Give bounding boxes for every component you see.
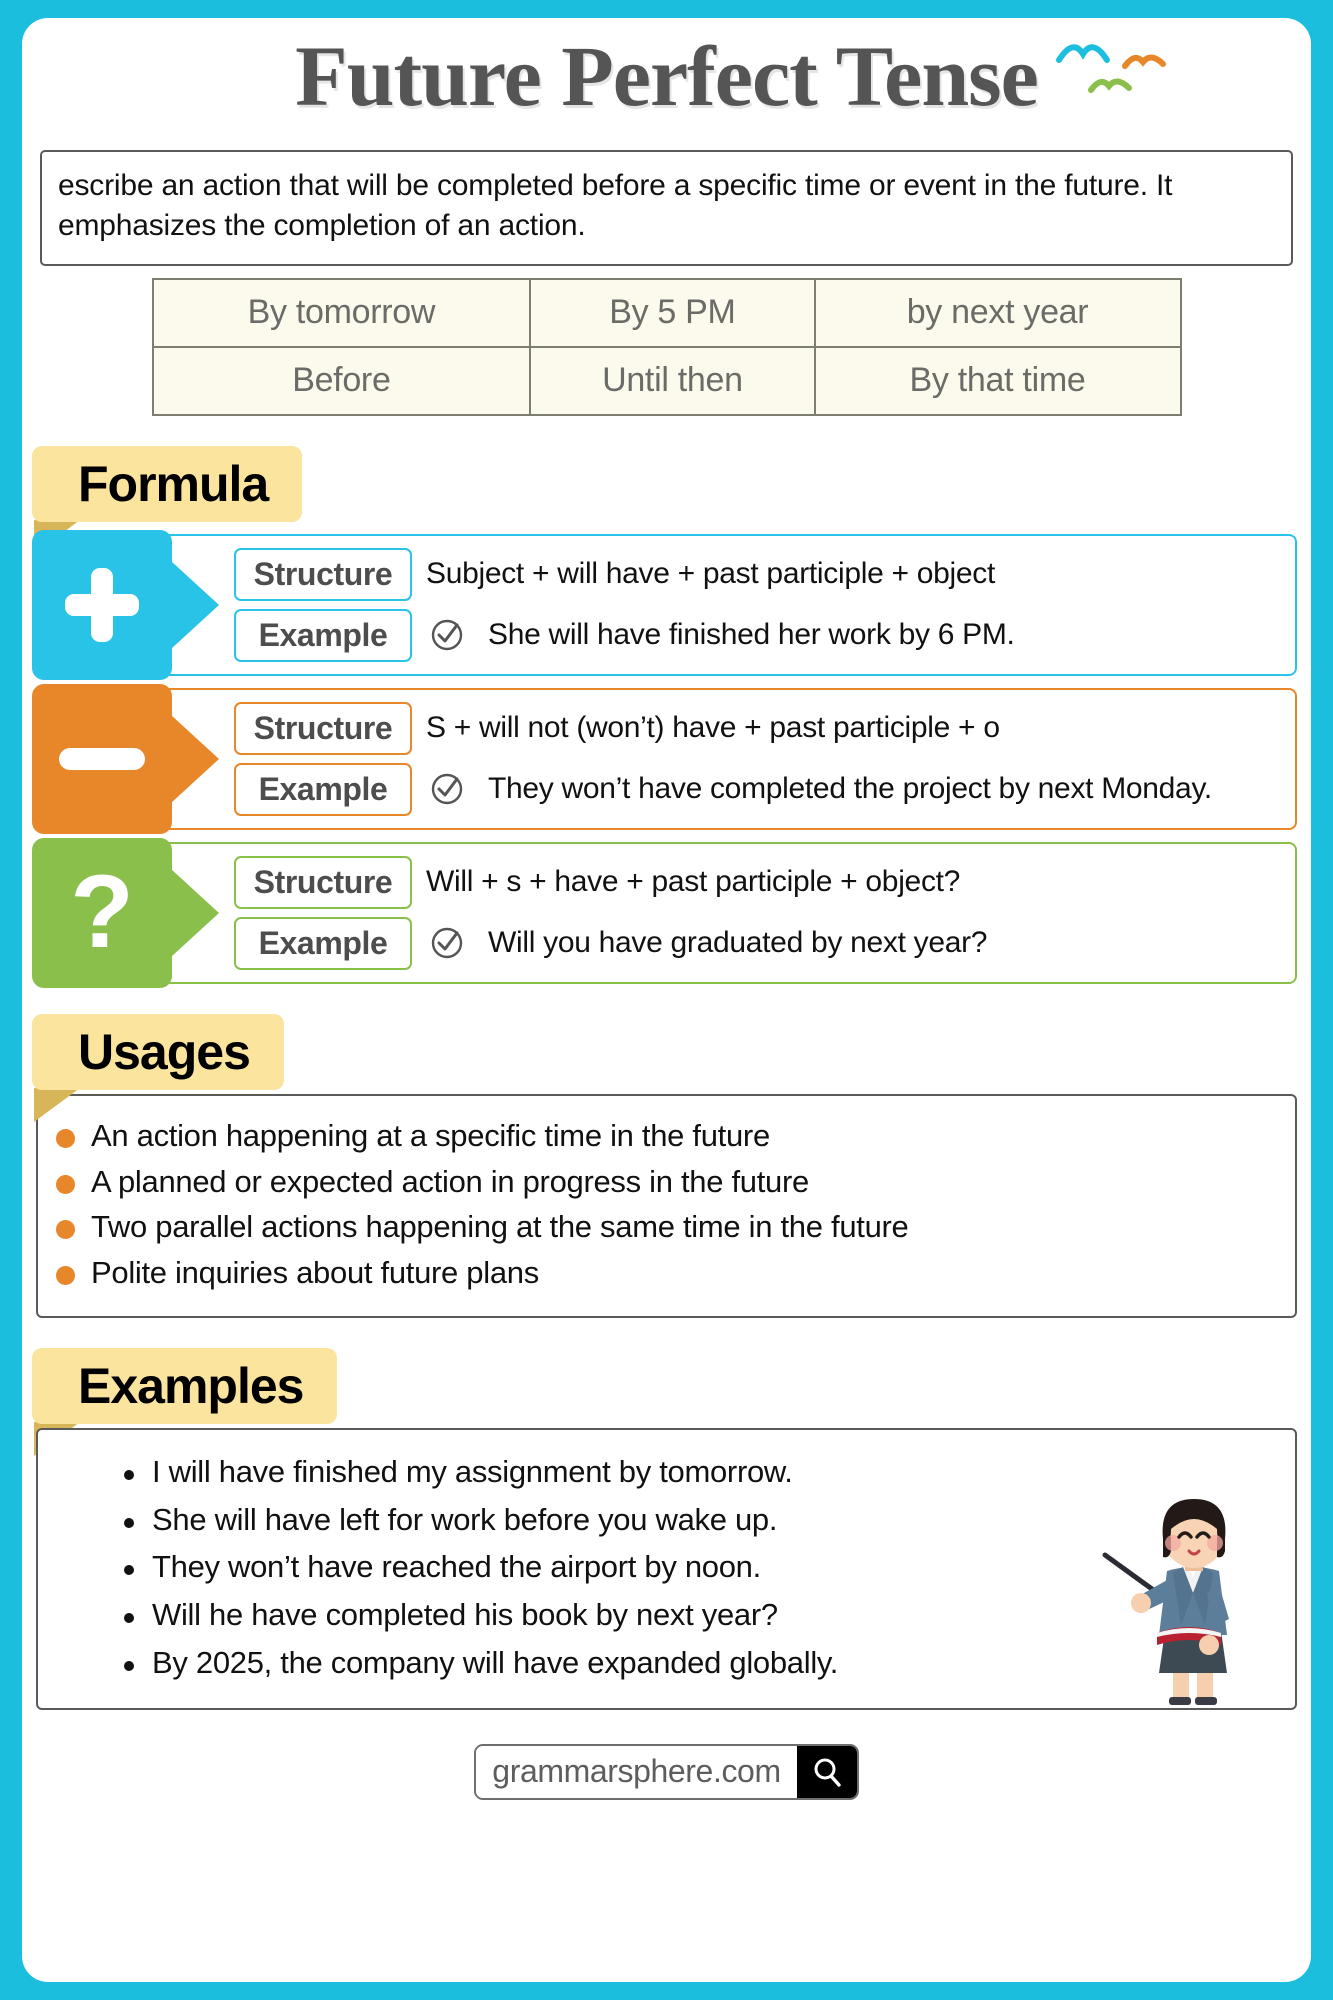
minus-icon xyxy=(59,747,145,770)
example-text: They won’t have completed the project by… xyxy=(488,772,1212,806)
list-item: Will he have completed his book by next … xyxy=(56,1596,1277,1635)
table-cell: By that time xyxy=(813,345,1182,416)
structure-text: Subject + will have + past participle + … xyxy=(426,557,996,591)
example-text: She will have finished her work by 6 PM. xyxy=(488,618,1015,652)
formula-banner-label: Formula xyxy=(32,445,303,522)
example-text: Will you have graduated by next year? xyxy=(488,926,988,960)
table-cell: By 5 PM xyxy=(529,277,816,348)
list-item: She will have left for work before you w… xyxy=(56,1501,1277,1540)
usage-text: Polite inquiries about future plans xyxy=(91,1255,539,1291)
formula-row-question: ? Structure Will + s + have + past parti… xyxy=(32,837,1297,988)
negative-badge xyxy=(32,683,219,834)
check-circle-icon xyxy=(431,774,463,805)
badge-arrow-shape xyxy=(171,714,219,803)
header: Future Perfect Tense xyxy=(22,18,1311,150)
bullet-dot-icon xyxy=(124,1613,134,1624)
check-circle-icon xyxy=(431,928,463,959)
table-cell: Until then xyxy=(529,345,816,416)
structure-text: Will + s + have + past participle + obje… xyxy=(426,865,961,899)
structure-text: S + will not (won’t) have + past partici… xyxy=(426,711,1000,745)
question-mark-icon: ? xyxy=(70,854,134,971)
usage-text: A planned or expected action in progress… xyxy=(91,1163,809,1199)
formula-row-negative: Structure S + will not (won’t) have + pa… xyxy=(32,683,1297,834)
structure-tag: Structure xyxy=(234,701,412,755)
example-tag: Example xyxy=(234,916,412,970)
structure-line: Structure S + will not (won’t) have + pa… xyxy=(234,701,1283,755)
example-tag: Example xyxy=(234,762,412,816)
question-badge: ? xyxy=(32,837,219,988)
bullet-dot-icon xyxy=(124,1469,134,1480)
table-cell: By tomorrow xyxy=(151,277,532,348)
example-line: Example They won’t have completed the pr… xyxy=(234,762,1283,816)
structure-line: Structure Subject + will have + past par… xyxy=(234,547,1283,601)
examples-panel: I will have finished my assignment by to… xyxy=(36,1427,1297,1710)
badge-arrow-shape xyxy=(171,560,219,649)
example-sentence: She will have left for work before you w… xyxy=(152,1501,778,1537)
formula-rows: Structure Subject + will have + past par… xyxy=(32,529,1297,988)
banner-fold-shape xyxy=(34,1087,80,1122)
check-circle-icon xyxy=(431,620,463,651)
formula-row-body: Structure Subject + will have + past par… xyxy=(234,536,1295,674)
bullet-dot-icon xyxy=(56,1220,75,1240)
bullet-dot-icon xyxy=(124,1517,134,1528)
list-item: Two parallel actions happening at the sa… xyxy=(56,1208,1277,1247)
bullet-dot-icon xyxy=(56,1128,75,1148)
search-icon[interactable] xyxy=(796,1745,857,1798)
table-row: By tomorrow By 5 PM by next year xyxy=(151,277,1182,348)
table-cell: Before xyxy=(151,345,532,416)
bullet-dot-icon xyxy=(124,1565,134,1576)
example-line: Example Will you have graduated by next … xyxy=(234,916,1283,970)
example-sentence: They won’t have reached the airport by n… xyxy=(152,1549,761,1585)
bullet-dot-icon xyxy=(56,1174,75,1194)
formula-section-banner: Formula xyxy=(22,445,1311,554)
teacher-with-pointer-illustration xyxy=(1102,1498,1229,1705)
structure-tag: Structure xyxy=(234,547,412,601)
example-sentence: Will he have completed his book by next … xyxy=(152,1597,778,1633)
usages-section-banner: Usages xyxy=(22,1013,1311,1122)
list-item: I will have finished my assignment by to… xyxy=(56,1453,1277,1492)
footer: grammarsphere.com xyxy=(22,1743,1311,1800)
example-line: Example She will have finished her work … xyxy=(234,608,1283,662)
list-item: Polite inquiries about future plans xyxy=(56,1254,1277,1293)
bullet-dot-icon xyxy=(124,1660,134,1671)
poster-card: Future Perfect Tense escribe an action t… xyxy=(22,18,1311,1982)
plus-icon xyxy=(65,567,139,642)
site-logo[interactable]: grammarsphere.com xyxy=(474,1743,859,1800)
birds-decoration xyxy=(1056,44,1166,93)
usage-text: Two parallel actions happening at the sa… xyxy=(91,1209,909,1245)
example-sentence: I will have finished my assignment by to… xyxy=(152,1453,793,1489)
structure-line: Structure Will + s + have + past partici… xyxy=(234,855,1283,909)
list-item: A planned or expected action in progress… xyxy=(56,1163,1277,1202)
badge-arrow-shape xyxy=(171,868,219,957)
list-item: They won’t have reached the airport by n… xyxy=(56,1548,1277,1587)
examples-banner-label: Examples xyxy=(32,1347,338,1424)
table-row: Before Until then By that time xyxy=(151,345,1182,416)
example-sentence: By 2025, the company will have expanded … xyxy=(152,1644,839,1680)
definition-box: escribe an action that will be completed… xyxy=(40,150,1293,266)
usages-banner-label: Usages xyxy=(32,1013,284,1090)
list-item: An action happening at a specific time i… xyxy=(56,1117,1277,1156)
site-url-text: grammarsphere.com xyxy=(476,1745,797,1798)
examples-section-banner: Examples xyxy=(22,1347,1311,1456)
usages-panel: An action happening at a specific time i… xyxy=(36,1093,1297,1318)
formula-row-body: Structure S + will not (won’t) have + pa… xyxy=(234,690,1295,828)
table-cell: by next year xyxy=(813,277,1182,348)
list-item: By 2025, the company will have expanded … xyxy=(56,1644,1277,1683)
time-expressions-table: By tomorrow By 5 PM by next year Before … xyxy=(151,277,1182,416)
formula-row-body: Structure Will + s + have + past partici… xyxy=(234,844,1295,982)
bullet-dot-icon xyxy=(56,1266,75,1286)
formula-row-positive: Structure Subject + will have + past par… xyxy=(32,529,1297,680)
structure-tag: Structure xyxy=(234,855,412,909)
positive-badge xyxy=(32,529,219,680)
example-tag: Example xyxy=(234,608,412,662)
usage-text: An action happening at a specific time i… xyxy=(91,1117,770,1153)
